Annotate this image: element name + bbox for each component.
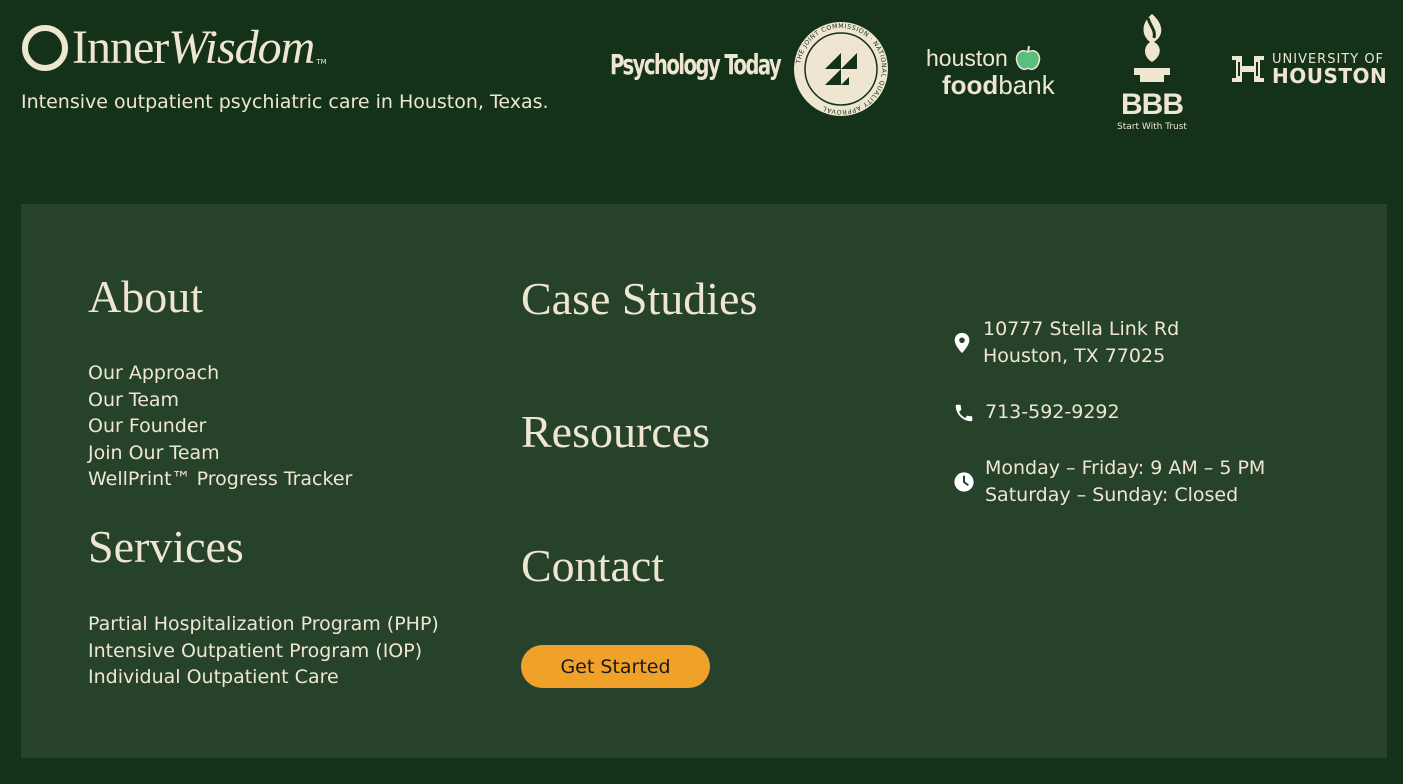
link-our-founder[interactable]: Our Founder <box>88 413 352 440</box>
apple-icon <box>1016 45 1041 71</box>
hours-line2: Saturday – Sunday: Closed <box>985 484 1239 506</box>
link-our-approach[interactable]: Our Approach <box>88 360 352 387</box>
services-links: Partial Hospitalization Program (PHP) In… <box>88 611 439 691</box>
get-started-button[interactable]: Get Started <box>521 645 710 688</box>
tagline: Intensive outpatient psychiatric care in… <box>21 91 549 113</box>
clock-icon <box>954 472 974 492</box>
link-our-team[interactable]: Our Team <box>88 387 352 414</box>
food-bank-food: food <box>942 70 999 100</box>
joint-commission-seal-icon: THE JOINT COMMISSION · NATIONAL QUALITY … <box>794 22 888 116</box>
logo-name-part1: Inner <box>72 21 169 74</box>
bbb-text: BBB <box>1121 88 1184 121</box>
food-bank-bank: bank <box>998 70 1055 100</box>
link-php[interactable]: Partial Hospitalization Program (PHP) <box>88 611 439 638</box>
logo-trademark: TM <box>316 58 327 66</box>
about-links: Our Approach Our Team Our Founder Join O… <box>88 360 352 493</box>
bbb-logo[interactable]: BBB Start With Trust <box>1112 12 1192 136</box>
services-heading[interactable]: Services <box>88 524 244 570</box>
bbb-sub: Start With Trust <box>1117 122 1187 132</box>
logo-ring-icon <box>22 25 68 71</box>
hours-block: Monday – Friday: 9 AM – 5 PM Saturday – … <box>953 455 1265 509</box>
resources-heading[interactable]: Resources <box>521 409 710 455</box>
phone-block[interactable]: 713-592-9292 <box>953 399 1120 426</box>
psychology-today-logo[interactable]: Psychology Today <box>610 48 782 81</box>
phone-icon <box>955 404 973 421</box>
address-line1: 10777 Stella Link Rd <box>983 318 1180 340</box>
partner-logos: Psychology Today THE JOINT COMMISSION · … <box>600 8 1390 138</box>
address-block[interactable]: 10777 Stella Link Rd Houston, TX 77025 <box>951 316 1179 370</box>
contact-heading[interactable]: Contact <box>521 543 664 589</box>
about-heading[interactable]: About <box>88 274 203 320</box>
bbb-torch-icon <box>1134 14 1170 82</box>
joint-commission-seal[interactable]: THE JOINT COMMISSION · NATIONAL QUALITY … <box>792 20 890 118</box>
food-bank-line1: houston <box>926 45 1008 71</box>
uh-monogram-icon <box>1232 56 1264 82</box>
phone-number: 713-592-9292 <box>985 401 1120 423</box>
map-pin-icon <box>954 332 970 354</box>
university-of-houston-logo[interactable]: UNIVERSITY OF HOUSTON <box>1230 52 1387 86</box>
link-wellprint-tracker[interactable]: WellPrint™ Progress Tracker <box>88 466 352 493</box>
address-line2: Houston, TX 77025 <box>983 345 1166 367</box>
link-join-our-team[interactable]: Join Our Team <box>88 440 352 467</box>
footer-panel: About Our Approach Our Team Our Founder … <box>21 204 1387 758</box>
brand[interactable]: InnerWisdom TM <box>20 18 327 78</box>
hours-line1: Monday – Friday: 9 AM – 5 PM <box>985 457 1266 479</box>
innerwisdom-logo[interactable]: InnerWisdom TM <box>20 18 327 78</box>
link-individual-care[interactable]: Individual Outpatient Care <box>88 664 439 691</box>
link-iop[interactable]: Intensive Outpatient Program (IOP) <box>88 638 439 665</box>
case-studies-heading[interactable]: Case Studies <box>521 276 757 322</box>
logo-name-part2: Wisdom <box>168 21 315 74</box>
uh-line2: HOUSTON <box>1272 63 1388 88</box>
houston-food-bank-logo[interactable]: houston foodbank <box>926 44 1076 100</box>
